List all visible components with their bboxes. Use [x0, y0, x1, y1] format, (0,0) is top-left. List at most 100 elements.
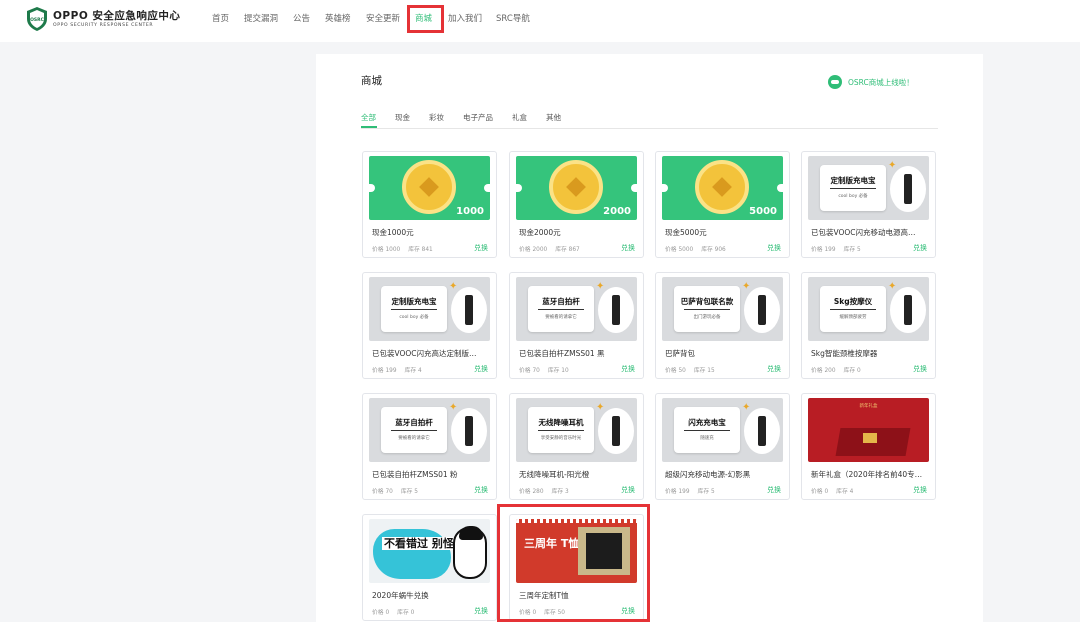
tab-cosmetics[interactable]: 彩妆	[429, 112, 444, 123]
product-card[interactable]: 闪充充电宝 随速充 ✦ 超级闪充移动电源-幻影黑 价格 199 库存 5 兑换	[655, 393, 790, 500]
image-caption: 闪充充电宝	[688, 418, 726, 427]
logo-badge: OSRC	[30, 17, 45, 23]
product-name: 超级闪充移动电源-幻影黑	[665, 470, 751, 479]
product-photo	[451, 287, 487, 333]
image-caption: 定制版充电宝	[830, 176, 876, 185]
mall-launch-banner[interactable]: OSRC商城上线啦！	[828, 75, 914, 89]
tab-all[interactable]: 全部	[361, 112, 376, 123]
product-image: 闪充充电宝 随速充 ✦	[662, 398, 783, 462]
nav-security-updates[interactable]: 安全更新	[366, 12, 400, 24]
product-photo	[598, 287, 634, 333]
product-image: 2000	[516, 156, 637, 220]
redeem-button[interactable]: 兑换	[621, 364, 635, 374]
coin-icon	[549, 160, 603, 214]
product-card[interactable]: 三周年 T恤三周年定制T恤 价格 0 库存 50 兑换	[509, 514, 644, 621]
product-photo	[451, 408, 487, 454]
product-stock: 867	[568, 247, 580, 253]
price-label: 价格	[811, 368, 823, 374]
product-card[interactable]: 5000 现金5000元 价格 5000 库存 906 兑换	[655, 151, 790, 258]
product-stock: 0	[856, 368, 861, 374]
redeem-button[interactable]: 兑换	[474, 485, 488, 495]
stock-label: 库存	[701, 247, 713, 253]
page-title: 商城	[361, 75, 382, 87]
nav-mall[interactable]: 商城	[415, 12, 432, 24]
product-meta: 价格 280 库存 3	[519, 486, 577, 495]
product-card[interactable]: 定制版充电宝 cool boy 必备 ✦ 已包装VOOC闪充高达定制版… 价格 199 库…	[362, 272, 497, 379]
product-card[interactable]: 1000 现金1000元 价格 1000 库存 841 兑换	[362, 151, 497, 258]
tab-other[interactable]: 其他	[546, 112, 561, 123]
product-name: 已包装自拍杆ZMSS01 粉	[372, 470, 458, 479]
redeem-button[interactable]: 兑换	[913, 485, 927, 495]
price-label: 价格	[372, 489, 384, 495]
active-tab-underline	[361, 126, 377, 128]
product-photo	[890, 166, 926, 212]
redeem-button[interactable]: 兑换	[474, 364, 488, 374]
product-stock: 15	[707, 368, 715, 374]
product-card[interactable]: 2000 现金2000元 价格 2000 库存 867 兑换	[509, 151, 644, 258]
nav-submit-vuln[interactable]: 提交漏洞	[244, 12, 278, 24]
product-price: 200	[824, 368, 836, 374]
product-meta: 价格 0 库存 50	[519, 607, 573, 616]
product-card[interactable]: 定制版充电宝 cool boy 必备 ✦ 已包装VOOC闪充移动电源高… 价格 199 库…	[801, 151, 936, 258]
tab-gift-box[interactable]: 礼盒	[512, 112, 527, 123]
nav-join-us[interactable]: 加入我们	[448, 12, 482, 24]
stock-label: 库存	[544, 610, 556, 616]
nav-announcements[interactable]: 公告	[293, 12, 310, 24]
product-price: 5000	[678, 247, 694, 253]
image-caption: 蓝牙自拍杆	[395, 418, 433, 427]
price-label: 价格	[665, 489, 677, 495]
redeem-button[interactable]: 兑换	[913, 364, 927, 374]
stock-label: 库存	[547, 368, 560, 374]
redeem-button[interactable]: 兑换	[767, 485, 781, 495]
product-card[interactable]: 蓝牙自拍杆 要被看的请拿它 ✦ 已包装自拍杆ZMSS01 黑价格 70 库存 10 兑换	[509, 272, 644, 379]
nav-hall-of-fame[interactable]: 英雄榜	[325, 12, 351, 24]
product-card[interactable]: 巴萨背包联名款 出门游玩必备 ✦ 巴萨背包 价格 50 库存 15 兑换	[655, 272, 790, 379]
price-label: 价格	[519, 247, 531, 253]
product-name: 无线降噪耳机-阳光橙	[519, 470, 590, 479]
price-label: 价格	[372, 247, 384, 253]
image-subcaption: 缓解颈部疲劳	[839, 315, 867, 320]
price-label: 价格	[372, 368, 384, 374]
nav-home[interactable]: 首页	[212, 12, 229, 24]
product-price: 199	[678, 489, 690, 495]
redeem-button[interactable]: 兑换	[767, 243, 781, 253]
redeem-button[interactable]: 兑换	[474, 606, 488, 616]
tshirt-photo	[578, 527, 630, 575]
redeem-button[interactable]: 兑换	[913, 243, 927, 253]
price-label: 价格	[665, 368, 677, 374]
image-subcaption: 随速充	[700, 436, 714, 441]
redeem-button[interactable]: 兑换	[474, 243, 488, 253]
product-name: 巴萨背包	[665, 349, 695, 358]
osrc-logo[interactable]: OSRC OPPO 安全应急响应中心 OPPO SECURITY RESPONS…	[26, 6, 180, 34]
product-stock: 5	[710, 489, 715, 495]
product-name: 已包装自拍杆ZMSS01 黑	[519, 349, 605, 358]
stock-label: 库存	[836, 489, 848, 495]
product-name: 现金5000元	[665, 228, 707, 237]
price-label: 价格	[665, 247, 677, 253]
product-stock: 50	[557, 610, 565, 616]
price-label: 价格	[519, 368, 531, 374]
product-meta: 价格 5000 库存 906	[665, 244, 734, 253]
product-price: 199	[385, 368, 397, 374]
product-card[interactable]: Skg按摩仪 缓解颈部疲劳 ✦ Skg智能颈椎按摩器 价格 200 库存 0 兑换	[801, 272, 936, 379]
product-name: 已包装VOOC闪充高达定制版…	[372, 349, 477, 358]
product-meta: 价格 70 库存 10	[519, 365, 577, 374]
product-card[interactable]: 不看错过 别怪我 2020年蜗牛兑换 价格 0 库存 0 兑换	[362, 514, 497, 621]
product-card[interactable]: 蓝牙自拍杆 要被看的请拿它 ✦ 已包装自拍杆ZMSS01 粉价格 70 库存 5 兑换	[362, 393, 497, 500]
product-image: 三周年 T恤	[516, 519, 637, 583]
redeem-button[interactable]: 兑换	[767, 364, 781, 374]
product-stock: 3	[564, 489, 569, 495]
nav-src-guide[interactable]: SRC导航	[496, 12, 530, 24]
redeem-button[interactable]: 兑换	[621, 606, 635, 616]
logo-title: OPPO 安全应急响应中心	[53, 10, 181, 22]
redeem-button[interactable]: 兑换	[621, 243, 635, 253]
redeem-button[interactable]: 兑换	[621, 485, 635, 495]
product-price: 70	[532, 368, 540, 374]
product-card[interactable]: 新年礼盒 新年礼盒（2020年排名前40专… 价格 0 库存 4 兑换	[801, 393, 936, 500]
product-card[interactable]: 无线降噪耳机 享受安静的音乐时光 ✦ 无线降噪耳机-阳光橙 价格 280 库存 3 兑换	[509, 393, 644, 500]
product-photo	[744, 287, 780, 333]
tab-cash[interactable]: 现金	[395, 112, 410, 123]
product-image: Skg按摩仪 缓解颈部疲劳 ✦	[808, 277, 929, 341]
product-name: 三周年定制T恤	[519, 591, 569, 600]
tab-electronics[interactable]: 电子产品	[463, 112, 493, 123]
